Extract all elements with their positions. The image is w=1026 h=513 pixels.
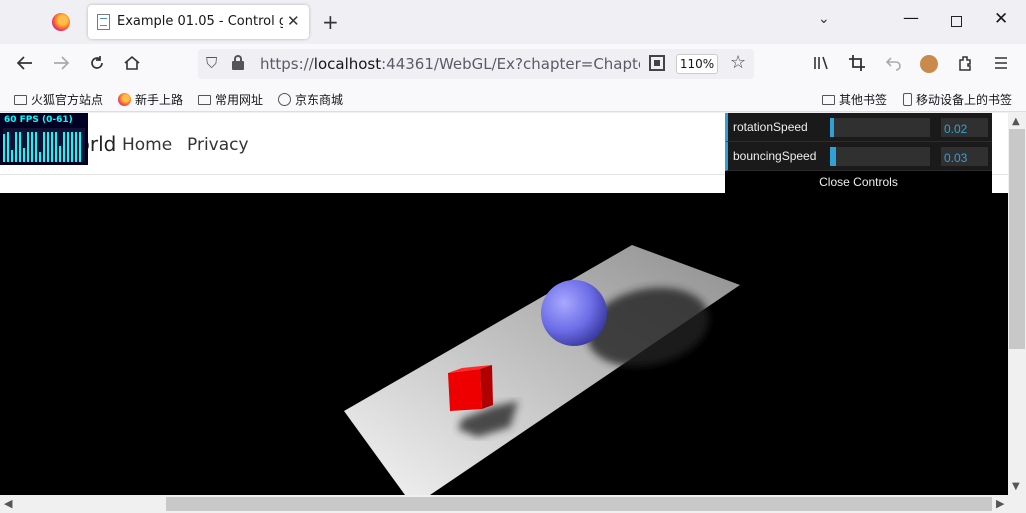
fps-bar [15, 132, 17, 162]
fps-bar [75, 132, 77, 162]
rotation-speed-slider[interactable] [830, 118, 930, 137]
tab-bar: Example 01.05 - Control gui ✕ + ⌄ — ✕ [0, 0, 1026, 44]
folder-icon [14, 95, 27, 105]
window-minimize-button[interactable]: — [903, 8, 919, 27]
bookmark-item[interactable]: 常用网址 [198, 91, 263, 108]
url-bar[interactable]: ⛉ https://localhost:44361/WebGL/Ex?chapt… [198, 49, 754, 79]
slider-fill [830, 118, 834, 137]
library-icon[interactable] [812, 54, 830, 72]
webgl-canvas[interactable] [0, 193, 1008, 495]
extensions-icon[interactable] [956, 54, 974, 72]
forward-arrow-icon[interactable] [52, 54, 70, 72]
gui-label: rotationSpeed [733, 120, 808, 134]
lock-icon[interactable] [232, 55, 244, 70]
fps-bar [39, 152, 41, 162]
window-close-button[interactable]: ✕ [994, 9, 1008, 29]
url-text[interactable]: https://localhost:44361/WebGL/Ex?chapter… [260, 55, 640, 73]
gui-label: bouncingSpeed [733, 149, 817, 163]
fps-stats-panel[interactable]: 60 FPS (0-61) [0, 113, 88, 165]
bouncing-speed-input[interactable]: 0.03 [941, 147, 988, 166]
dat-gui-panel: rotationSpeed 0.02 bouncingSpeed 0.03 Cl… [725, 113, 992, 193]
horizontal-scrollbar[interactable]: ◀ ▶ [0, 495, 1026, 513]
tracking-protection-shield-icon[interactable]: ⛉ [206, 54, 217, 72]
ground-plane [344, 245, 740, 495]
folder-icon [198, 95, 211, 105]
slider-fill [830, 147, 836, 166]
fps-bar [79, 132, 81, 162]
globe-icon [278, 93, 291, 106]
fps-bar [51, 132, 53, 162]
bookmark-item[interactable]: 京东商城 [278, 91, 343, 108]
home-icon[interactable] [123, 54, 141, 72]
sphere [541, 280, 607, 346]
list-tabs-icon[interactable]: ⌄ [818, 11, 830, 27]
fps-bar [27, 132, 29, 162]
mobile-bookmarks[interactable]: 移动设备上的书签 [903, 91, 1012, 108]
cube-front [448, 369, 482, 411]
scroll-down-icon[interactable]: ▼ [1012, 481, 1020, 492]
qr-code-icon[interactable] [649, 55, 665, 71]
fps-bar [47, 132, 49, 162]
nav-link-privacy[interactable]: Privacy [187, 135, 249, 155]
fps-bar [43, 132, 45, 162]
firefox-logo-icon[interactable] [52, 13, 70, 31]
fps-bar [7, 132, 9, 162]
mobile-icon [903, 93, 912, 106]
tab-title: Example 01.05 - Control gui [117, 14, 283, 29]
gui-row-rotation-speed: rotationSpeed 0.02 [725, 113, 992, 142]
crop-icon[interactable] [848, 54, 866, 72]
fps-bar [55, 132, 57, 162]
folder-icon [822, 95, 835, 105]
tab-active[interactable]: Example 01.05 - Control gui ✕ [88, 5, 309, 39]
fps-graph [3, 128, 85, 162]
vertical-scrollbar[interactable]: ▲ ▼ [1008, 113, 1026, 495]
fps-bar [31, 132, 33, 162]
bookmark-star-icon[interactable]: ☆ [730, 52, 746, 73]
scroll-up-icon[interactable]: ▲ [1012, 116, 1020, 127]
menu-icon[interactable] [992, 54, 1010, 72]
fps-bar [3, 134, 5, 162]
window-maximize-button[interactable] [951, 16, 962, 27]
reload-icon[interactable] [88, 54, 106, 72]
fps-bar [35, 132, 37, 162]
fps-bar [23, 148, 25, 162]
rotation-speed-input[interactable]: 0.02 [941, 118, 988, 137]
fps-bar [63, 132, 65, 162]
back-arrow-icon[interactable] [16, 54, 34, 72]
fps-bar [71, 132, 73, 162]
other-bookmarks[interactable]: 其他书签 [822, 91, 887, 108]
vertical-scroll-thumb[interactable] [1009, 129, 1025, 349]
new-tab-button[interactable]: + [322, 10, 339, 34]
firefox-icon [118, 93, 131, 106]
gui-row-bouncing-speed: bouncingSpeed 0.03 [725, 142, 992, 171]
horizontal-scroll-thumb[interactable] [166, 497, 992, 511]
3d-scene [344, 245, 740, 495]
scroll-right-icon[interactable]: ▶ [996, 497, 1004, 510]
cookie-icon[interactable] [920, 55, 938, 73]
close-controls-button[interactable]: Close Controls [725, 173, 992, 193]
bookmark-item[interactable]: 火狐官方站点 [14, 91, 103, 108]
bouncing-speed-slider[interactable] [830, 147, 930, 166]
fps-bar [59, 146, 61, 162]
fps-bar [67, 132, 69, 162]
fps-label: 60 FPS (0-61) [4, 115, 73, 125]
bookmark-item[interactable]: 新手上路 [118, 91, 183, 108]
nav-link-home[interactable]: Home [122, 135, 172, 155]
page-content: Hello World Home Privacy 60 FPS (0-61) [0, 113, 1008, 495]
undo-icon[interactable] [884, 54, 902, 72]
page-icon [97, 14, 110, 30]
fps-bar [19, 132, 21, 162]
scroll-left-icon[interactable]: ◀ [4, 497, 12, 510]
bookmarks-toolbar: 火狐官方站点 新手上路 常用网址 京东商城 其他书签 移动设备上的书签 [0, 86, 1026, 112]
tab-close-icon[interactable]: ✕ [287, 12, 300, 30]
fps-bar [11, 150, 13, 162]
cube-side [480, 365, 493, 409]
zoom-level-button[interactable]: 110% [676, 54, 718, 74]
